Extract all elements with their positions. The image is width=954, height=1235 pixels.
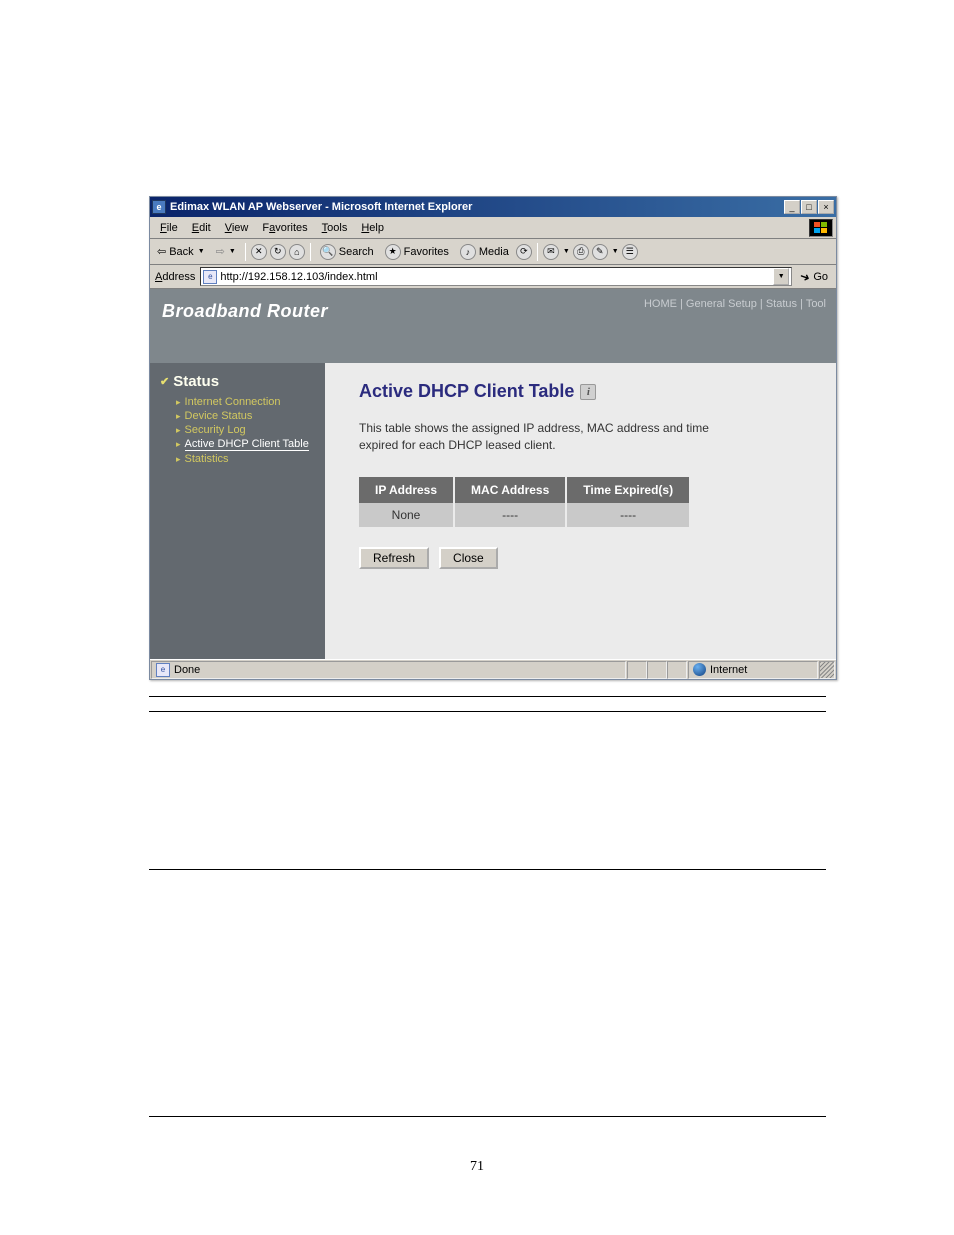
col-mac: MAC Address	[454, 477, 566, 503]
status-cell	[667, 661, 687, 679]
separator	[310, 243, 311, 261]
chevron-down-icon[interactable]: ▼	[612, 248, 619, 255]
sidebar-item-label: Statistics	[185, 453, 229, 465]
internet-zone-icon	[693, 663, 706, 676]
forward-button[interactable]: ⇨ ▼	[212, 244, 240, 259]
sidebar-item-internet-connection[interactable]: Internet Connection	[176, 395, 319, 409]
search-icon: 🔍	[320, 244, 336, 260]
close-window-button[interactable]: ×	[818, 200, 834, 214]
menu-favorites[interactable]: Favorites	[255, 221, 314, 235]
page-icon: e	[203, 270, 217, 284]
menu-help[interactable]: Help	[354, 221, 391, 235]
media-button[interactable]: ♪Media	[456, 243, 513, 261]
brand-nav: HOME | General Setup | Status | Tool	[644, 298, 826, 310]
page-icon: e	[156, 663, 170, 677]
address-dropdown-button[interactable]: ▼	[773, 268, 789, 285]
separator	[245, 243, 246, 261]
ie-app-icon: e	[152, 200, 166, 214]
go-icon: ➜	[798, 268, 812, 285]
stop-icon[interactable]: ✕	[251, 244, 267, 260]
status-cell	[627, 661, 647, 679]
favorites-button[interactable]: ★Favorites	[381, 243, 453, 261]
discuss-icon[interactable]: ☰	[622, 244, 638, 260]
mail-icon[interactable]: ✉	[543, 244, 559, 260]
address-url[interactable]: http://192.158.12.103/index.html	[220, 271, 770, 283]
address-label: Address	[153, 271, 197, 283]
main-panel: Active DHCP Client Table i This table sh…	[325, 363, 836, 659]
status-text: Done	[174, 664, 200, 676]
sidebar: Status Internet Connection Device Status…	[150, 363, 325, 659]
page-number: 71	[0, 1159, 954, 1175]
page-description: This table shows the assigned IP address…	[359, 420, 739, 455]
browser-window: e Edimax WLAN AP Webserver - Microsoft I…	[149, 196, 837, 680]
nav-home[interactable]: HOME	[644, 298, 677, 310]
window-title: Edimax WLAN AP Webserver - Microsoft Int…	[170, 201, 784, 213]
history-icon[interactable]: ⟳	[516, 244, 532, 260]
menu-file[interactable]: File	[153, 221, 185, 235]
menu-tools[interactable]: Tools	[315, 221, 355, 235]
separator	[537, 243, 538, 261]
search-button[interactable]: 🔍Search	[316, 243, 378, 261]
media-icon: ♪	[460, 244, 476, 260]
sidebar-item-label: Security Log	[185, 424, 246, 436]
sidebar-list: Internet Connection Device Status Securi…	[156, 395, 319, 466]
sidebar-item-device-status[interactable]: Device Status	[176, 409, 319, 423]
dhcp-client-table: IP Address MAC Address Time Expired(s) N…	[359, 477, 691, 527]
address-bar: Address e http://192.158.12.103/index.ht…	[150, 265, 836, 289]
col-ip: IP Address	[359, 477, 454, 503]
page-content: Broadband Router HOME | General Setup | …	[150, 289, 836, 659]
media-label: Media	[479, 246, 509, 258]
sidebar-heading: Status	[156, 373, 319, 390]
brand-header: Broadband Router HOME | General Setup | …	[150, 289, 836, 363]
minimize-button[interactable]: _	[784, 200, 800, 214]
sidebar-item-security-log[interactable]: Security Log	[176, 423, 319, 437]
home-icon[interactable]: ⌂	[289, 244, 305, 260]
table-row: None ---- ----	[359, 503, 690, 527]
back-label: Back	[169, 246, 193, 258]
address-input-wrapper[interactable]: e http://192.158.12.103/index.html ▼	[200, 267, 792, 286]
brand-title: Broadband Router	[162, 301, 328, 322]
windows-logo-icon	[809, 219, 833, 237]
refresh-button[interactable]: Refresh	[359, 547, 429, 569]
menu-bar: File Edit View Favorites Tools Help	[150, 217, 836, 239]
sidebar-item-active-dhcp[interactable]: Active DHCP Client Table	[176, 437, 319, 452]
status-bar: e Done Internet	[150, 659, 836, 679]
status-cell	[647, 661, 667, 679]
zone-label: Internet	[710, 664, 747, 676]
refresh-icon[interactable]: ↻	[270, 244, 286, 260]
search-label: Search	[339, 246, 374, 258]
favorites-icon: ★	[385, 244, 401, 260]
sidebar-item-label: Active DHCP Client Table	[185, 438, 309, 451]
nav-status[interactable]: Status	[766, 298, 797, 310]
close-button[interactable]: Close	[439, 547, 498, 569]
document-rules	[149, 696, 826, 1117]
cell-expired: ----	[566, 503, 690, 527]
titlebar[interactable]: e Edimax WLAN AP Webserver - Microsoft I…	[150, 197, 836, 217]
nav-general[interactable]: General Setup	[686, 298, 757, 310]
col-expired: Time Expired(s)	[566, 477, 690, 503]
maximize-button[interactable]: □	[801, 200, 817, 214]
page-title-text: Active DHCP Client Table	[359, 381, 574, 402]
menu-edit[interactable]: Edit	[185, 221, 218, 235]
security-zone[interactable]: Internet	[688, 661, 818, 679]
favorites-label: Favorites	[404, 246, 449, 258]
print-icon[interactable]: ⎙	[573, 244, 589, 260]
menu-view[interactable]: View	[218, 221, 256, 235]
chevron-down-icon[interactable]: ▼	[563, 248, 570, 255]
nav-tool[interactable]: Tool	[806, 298, 826, 310]
help-icon[interactable]: i	[580, 384, 596, 400]
toolbar: ⇦ Back ▼ ⇨ ▼ ✕ ↻ ⌂ 🔍Search ★Favorites ♪M…	[150, 239, 836, 265]
go-button[interactable]: ➜Go	[795, 270, 833, 284]
page-title: Active DHCP Client Table i	[359, 381, 802, 402]
sidebar-item-label: Internet Connection	[185, 396, 281, 408]
go-label: Go	[813, 271, 828, 283]
resize-grip[interactable]	[819, 661, 835, 679]
cell-ip: None	[359, 503, 454, 527]
sidebar-item-statistics[interactable]: Statistics	[176, 452, 319, 466]
chevron-down-icon[interactable]: ▼	[198, 248, 205, 255]
cell-mac: ----	[454, 503, 566, 527]
sidebar-item-label: Device Status	[185, 410, 253, 422]
back-button[interactable]: ⇦ Back ▼	[153, 244, 209, 259]
edit-icon[interactable]: ✎	[592, 244, 608, 260]
